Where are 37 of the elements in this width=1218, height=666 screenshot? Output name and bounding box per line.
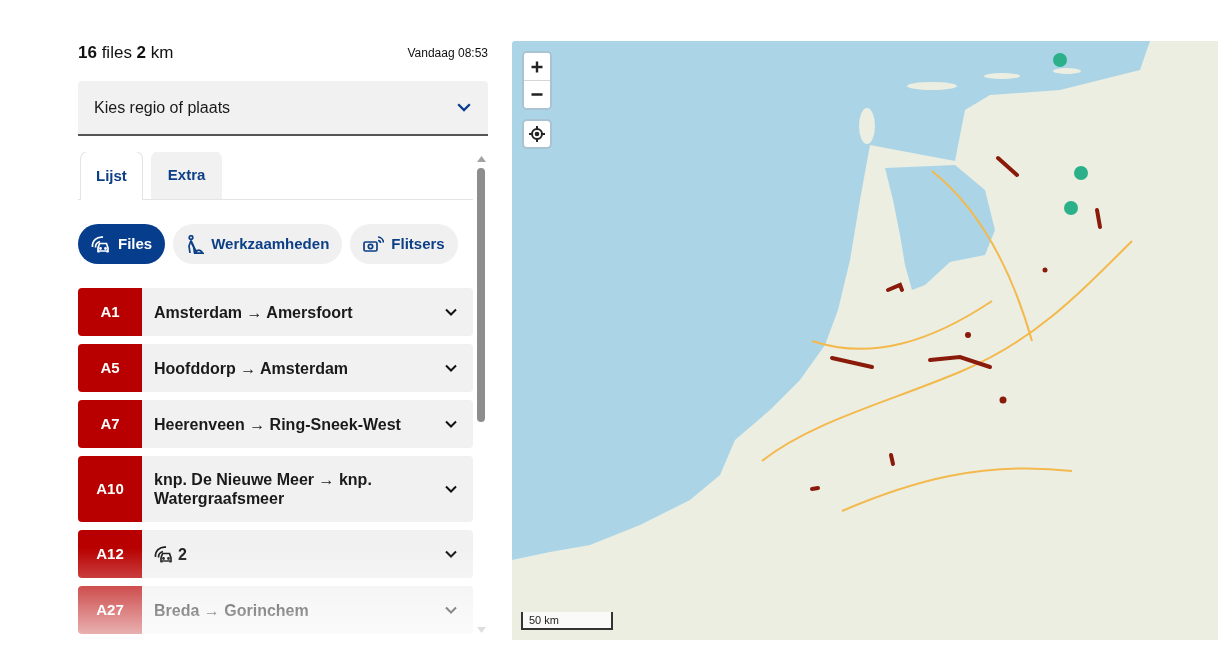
route-text: knp. De Nieuwe Meer → knp. Watergraafsmeer: [154, 470, 373, 508]
filter-button[interactable]: Flitsers: [350, 224, 458, 264]
scrollbar-thumb[interactable]: [477, 168, 485, 422]
car-icon: [154, 545, 174, 563]
road-badge: A5: [78, 344, 142, 392]
jam-count: 2: [178, 544, 187, 564]
road-badge: A1: [78, 288, 142, 336]
target-icon: [529, 126, 545, 142]
road-badge: A7: [78, 400, 142, 448]
route-text: Heerenveen → Ring-Sneek-West: [154, 414, 402, 434]
jam-row[interactable]: A12 2: [78, 530, 473, 578]
filter-button[interactable]: Files: [78, 224, 166, 264]
update-time: Vandaag 08:53: [407, 45, 488, 62]
road-badge: A12: [78, 530, 142, 578]
road-badge: A10: [78, 456, 142, 522]
route-text: Breda → Gorinchem: [154, 600, 310, 620]
zoom-in-icon: [531, 60, 543, 73]
locate-button[interactable]: [522, 119, 552, 149]
jam-row[interactable]: A7 Heerenveen → Ring-Sneek-West: [78, 400, 473, 448]
filter-button[interactable]: Werkzaamheden: [173, 224, 343, 264]
zoom-out-icon: [531, 93, 543, 96]
jam-row[interactable]: A5 Hoofddorp → Amsterdam: [78, 344, 473, 392]
zoom-in-button[interactable]: [524, 53, 550, 81]
tab[interactable]: Extra: [150, 152, 223, 199]
route-text: Hoofddorp → Amsterdam: [154, 358, 350, 378]
jam-summary: 16 files 2 km: [78, 42, 174, 65]
tab[interactable]: Lijst: [80, 152, 143, 200]
region-select[interactable]: Kies regio of plaats: [78, 81, 488, 136]
camera-icon: [363, 235, 385, 253]
worker-icon: [186, 234, 205, 254]
scale-bar: 50 km: [521, 612, 613, 630]
car-icon: [91, 235, 111, 253]
chevron-down-icon: [457, 103, 471, 112]
jam-row[interactable]: A1 Amsterdam → Amersfoort: [78, 288, 473, 336]
road-badge: A27: [78, 586, 142, 634]
jam-row[interactable]: A10 knp. De Nieuwe Meer → knp. Watergraafsmeer: [78, 456, 473, 522]
route-text: Amsterdam → Amersfoort: [154, 302, 354, 322]
